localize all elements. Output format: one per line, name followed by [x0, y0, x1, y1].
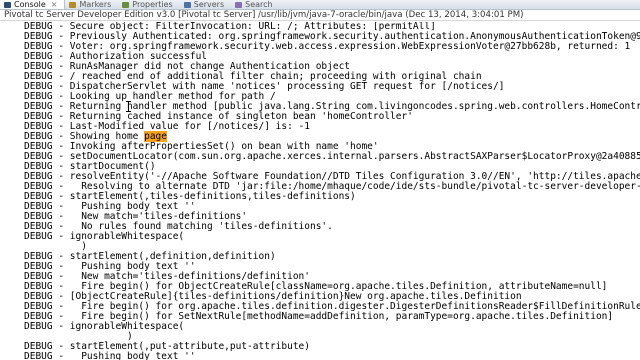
tab-label: Servers: [193, 0, 225, 9]
tab-console[interactable]: Console ×: [0, 0, 66, 9]
text-cursor-icon: [126, 101, 131, 112]
tab-label: Markers: [79, 0, 112, 9]
markers-icon: [69, 1, 77, 8]
console-output[interactable]: DEBUG - Secure object: FilterInvocation:…: [0, 22, 640, 360]
search-icon: [235, 1, 243, 8]
tab-search[interactable]: Search: [231, 0, 279, 9]
tab-label: Console: [14, 0, 46, 9]
console-icon: [4, 1, 11, 8]
console-view-tabbar: Console × Markers Properties Servers Search: [0, 0, 640, 10]
tab-properties[interactable]: Properties: [118, 0, 179, 9]
console-title: Pivotal tc Server Developer Edition v3.0…: [0, 10, 640, 21]
close-icon[interactable]: ×: [51, 0, 58, 9]
servers-icon: [183, 1, 191, 8]
properties-icon: [122, 1, 130, 8]
tab-label: Properties: [132, 0, 173, 9]
console-line: DEBUG - Pushing body text '': [24, 351, 196, 360]
tab-servers[interactable]: Servers: [180, 0, 231, 9]
tab-label: Search: [245, 0, 273, 9]
tab-markers[interactable]: Markers: [65, 0, 118, 9]
